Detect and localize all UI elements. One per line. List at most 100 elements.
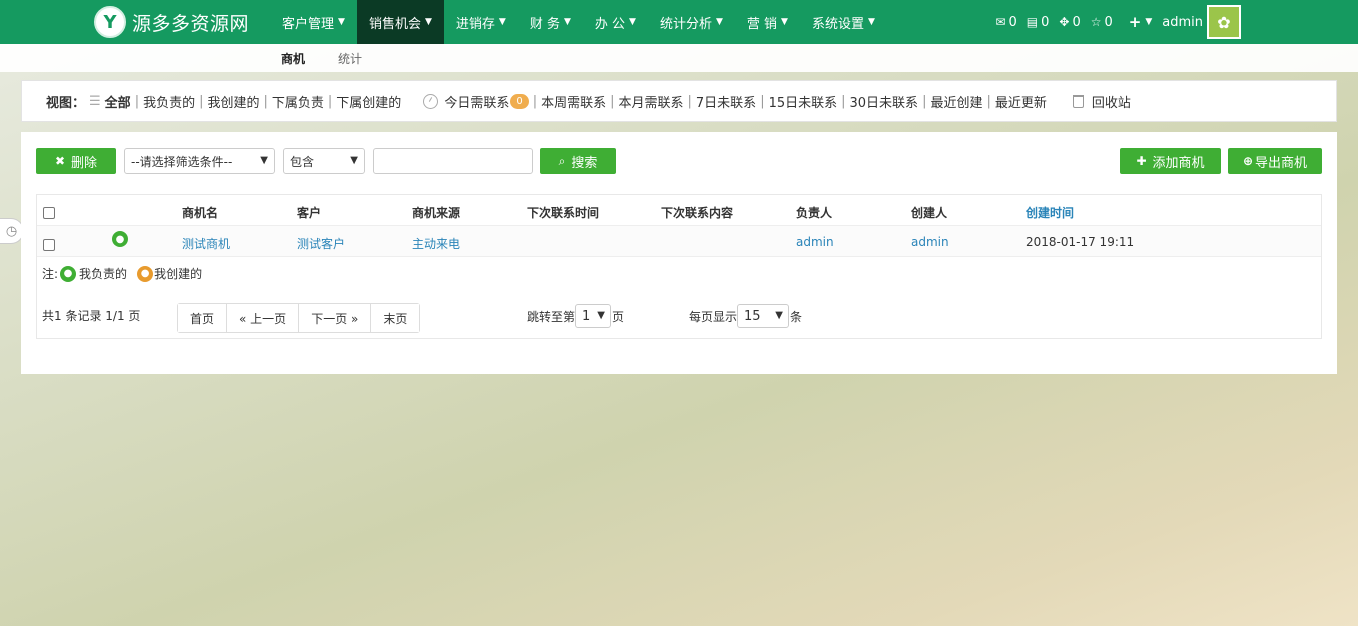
clock-icon — [423, 93, 439, 109]
filter-field-select[interactable]: --请选择筛选条件-- ▼ — [124, 148, 275, 174]
chevron-down-icon: ▼ — [350, 155, 358, 166]
mail-link[interactable]: ✉ 0 — [995, 15, 1016, 30]
mail-icon: ✉ — [995, 15, 1006, 29]
column-header[interactable]: 下次联系内容 — [661, 204, 733, 221]
recycle-bin-link[interactable]: 回收站 — [1092, 92, 1131, 111]
trash-icon — [1072, 94, 1084, 108]
task-link[interactable]: ✥ 0 — [1059, 15, 1080, 30]
view-today[interactable]: 今日需联系 — [444, 92, 509, 111]
opportunity-name-link[interactable]: 测试商机 — [182, 235, 230, 252]
nav-item-marketing[interactable]: 营 销 ▼ — [735, 0, 800, 44]
column-header[interactable]: 商机名 — [182, 204, 218, 221]
brand-name: 源多多资源网 — [132, 12, 250, 35]
view-this-week[interactable]: 本周需联系 — [541, 92, 606, 111]
jump-page-select[interactable]: 1 ▼ — [575, 304, 611, 328]
tab-statistics[interactable]: 统计 — [338, 50, 362, 67]
message-link[interactable]: ▤ 0 — [1027, 15, 1050, 30]
palette-icon: ✿ — [1217, 12, 1231, 32]
view-recent-updated[interactable]: 最近更新 — [995, 92, 1047, 111]
user-icon: ● — [137, 265, 154, 282]
pagination: 首页 « 上一页 下一页 » 末页 — [177, 303, 421, 333]
add-opportunity-button[interactable]: ✚ 添加商机 — [1120, 148, 1221, 174]
column-header[interactable]: 负责人 — [796, 204, 832, 221]
table-row: ● 测试商机 测试客户 主动来电 admin admin 2018-01-17 … — [37, 226, 1321, 257]
chevron-down-icon: ▼ — [775, 310, 783, 321]
source-cell: 主动来电 — [412, 237, 461, 251]
view-30-days[interactable]: 30日未联系 — [850, 92, 919, 111]
customer-link[interactable]: 测试客户 — [297, 235, 345, 252]
move-icon: ✥ — [1059, 15, 1070, 29]
column-header[interactable]: 商机来源 — [412, 204, 460, 221]
nav-item-customer[interactable]: 客户管理 ▼ — [270, 0, 357, 44]
search-button[interactable]: ⌕ 搜索 — [540, 148, 616, 174]
last-page-button[interactable]: 末页 — [371, 304, 420, 332]
quick-add-button[interactable]: + ▼ — [1129, 13, 1153, 31]
per-page-label: 每页显示 — [689, 310, 738, 324]
view-this-month[interactable]: 本月需联系 — [619, 92, 684, 111]
caret-down-icon: ▼ — [563, 17, 571, 27]
select-all-checkbox[interactable] — [43, 207, 55, 219]
clock-icon: ◷ — [5, 223, 18, 239]
per-page-suffix: 条 — [790, 310, 803, 324]
avatar[interactable]: ✿ — [1207, 5, 1241, 39]
jump-suffix: 页 — [612, 310, 625, 324]
opportunity-table: 商机名 客户 商机来源 下次联系时间 下次联系内容 负责人 创建人 创建时间 ●… — [36, 194, 1322, 339]
main-panel: ✖ 删除 --请选择筛选条件-- ▼ 包含 ▼ ⌕ 搜索 ✚ 添加商机 ⊕ 导出商机 商机名… — [21, 132, 1337, 374]
search-icon: ⌕ — [558, 153, 566, 168]
view-7-days[interactable]: 7日未联系 — [696, 92, 756, 111]
created-time-cell: 2018-01-17 19:11 — [1026, 235, 1135, 249]
prev-page-button[interactable]: « 上一页 — [227, 304, 300, 332]
per-page-select[interactable]: 15 ▼ — [737, 304, 789, 328]
view-sub-created[interactable]: 下属创建的 — [336, 92, 401, 111]
nav-item-opportunity[interactable]: 销售机会 ▼ — [356, 0, 444, 44]
nav-item-analytics[interactable]: 统计分析 ▼ — [648, 0, 735, 44]
nav-item-office[interactable]: 办 公 ▼ — [583, 0, 648, 44]
nav-item-inventory[interactable]: 进销存 ▼ — [444, 0, 518, 44]
caret-down-icon: ▼ — [498, 17, 506, 27]
caret-down-icon: ▼ — [424, 17, 432, 27]
column-header[interactable]: 下次联系时间 — [527, 204, 599, 221]
view-all[interactable]: 全部 — [105, 92, 131, 111]
plus-icon: + — [1128, 13, 1142, 31]
search-input[interactable] — [373, 148, 533, 174]
owner-link[interactable]: admin — [796, 235, 834, 249]
column-header-sorted[interactable]: 创建时间 — [1026, 204, 1074, 221]
list-icon: ▤ — [1026, 15, 1039, 29]
tab-opportunity[interactable]: 商机 — [281, 50, 305, 67]
top-navbar: Y 源多多资源网 客户管理 ▼ 销售机会 ▼ 进销存 ▼ 财 务 ▼ 办 公 ▼ 统计分析… — [0, 0, 1358, 44]
caret-down-icon: ▼ — [338, 17, 345, 27]
caret-down-icon: ▼ — [781, 17, 788, 27]
nav-item-settings[interactable]: 系统设置 ▼ — [800, 0, 887, 44]
sub-tabs: 商机 统计 — [0, 44, 1358, 72]
brand-logo-icon: Y — [94, 6, 126, 38]
delete-button[interactable]: ✖ 删除 — [36, 148, 116, 174]
user-icon: ● — [112, 231, 128, 247]
view-mine[interactable]: 我负责的 — [143, 92, 195, 111]
export-opportunity-button[interactable]: ⊕ 导出商机 — [1228, 148, 1322, 174]
creator-link[interactable]: admin — [911, 235, 949, 249]
chevron-down-icon: ▼ — [260, 155, 268, 166]
plus-icon: ✚ — [1136, 154, 1147, 168]
favorite-link[interactable]: ☆ 0 — [1091, 15, 1113, 30]
nav-item-finance[interactable]: 财 务 ▼ — [518, 0, 583, 44]
row-checkbox[interactable] — [43, 239, 55, 251]
main-menu: 客户管理 ▼ 销售机会 ▼ 进销存 ▼ 财 务 ▼ 办 公 ▼ 统计分析 ▼ 营 销 ▼ 系统… — [270, 0, 887, 44]
legend-note: 注: ● 我负责的 ● 我创建的 — [42, 265, 203, 282]
star-icon: ☆ — [1090, 15, 1102, 29]
first-page-button[interactable]: 首页 — [178, 304, 228, 332]
view-recent-created[interactable]: 最近创建 — [930, 92, 982, 111]
view-sub-owned[interactable]: 下属负责 — [272, 92, 324, 111]
caret-down-icon: ▼ — [1145, 17, 1153, 27]
export-icon: ⊕ — [1242, 154, 1254, 168]
column-header[interactable]: 创建人 — [911, 204, 947, 221]
filter-operator-select[interactable]: 包含 ▼ — [283, 148, 365, 174]
view-15-days[interactable]: 15日未联系 — [769, 92, 838, 111]
user-menu[interactable]: admin — [1162, 15, 1203, 30]
view-created[interactable]: 我创建的 — [207, 92, 259, 111]
brand[interactable]: Y 源多多资源网 — [0, 0, 270, 44]
column-header[interactable]: 客户 — [297, 204, 321, 221]
view-filter-bar: 视图： ☰ 全部 | 我负责的 | 我创建的 | 下属负责 | 下属创建的 今日… — [21, 80, 1337, 122]
record-summary: 共1 条记录 1/1 页 — [42, 309, 141, 323]
nav-right: ✉ 0 ▤ 0 ✥ 0 ☆ 0 + ▼ admin ✿ — [995, 0, 1358, 44]
next-page-button[interactable]: 下一页 » — [299, 304, 372, 332]
